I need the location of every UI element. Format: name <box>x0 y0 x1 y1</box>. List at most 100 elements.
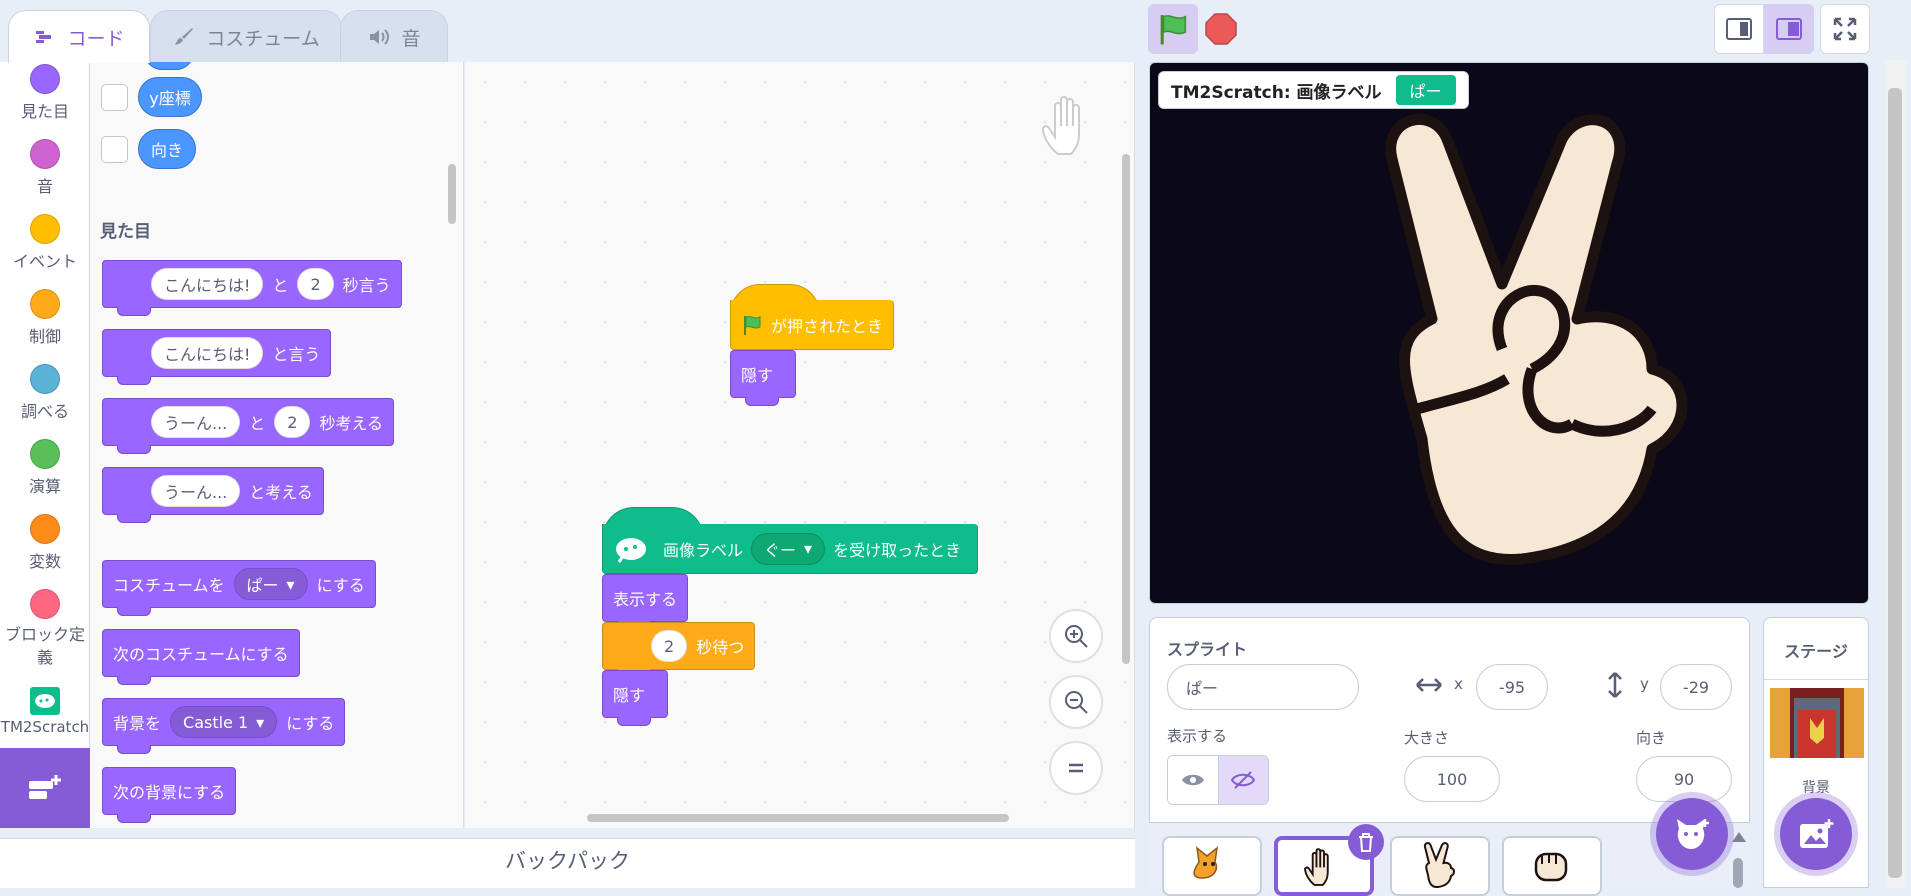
green-flag-button[interactable] <box>1148 4 1198 54</box>
stop-button[interactable] <box>1196 4 1246 54</box>
wait-block[interactable]: 2 秒待つ <box>602 622 756 678</box>
direction-block[interactable]: 向き <box>138 129 196 169</box>
y-position-checkbox[interactable] <box>101 84 128 111</box>
category-events[interactable]: イベント <box>0 214 90 272</box>
scroll-up-icon[interactable] <box>1732 832 1746 842</box>
y-input[interactable]: -29 <box>1660 664 1732 710</box>
sprite-thumbnail-peace[interactable] <box>1390 836 1490 896</box>
when-flag-clicked-block[interactable]: が押されたとき <box>730 300 894 350</box>
partial-motion-block[interactable] <box>144 62 194 70</box>
switch-backdrop-block[interactable]: 背景を Castle 1 ▾ にする <box>102 698 346 754</box>
zoom-out-icon <box>1065 691 1088 714</box>
hide-sprite-button[interactable] <box>1218 756 1268 804</box>
tm2scratch-icon <box>616 537 646 563</box>
backdrop-dropdown[interactable]: Castle 1 ▾ <box>170 706 278 738</box>
say-block[interactable]: こんにちは! と言う <box>102 329 332 385</box>
looks-category-icon <box>30 64 60 94</box>
block-label: 表示する <box>613 590 678 609</box>
size-input[interactable]: 100 <box>1404 756 1500 802</box>
small-stage-button[interactable] <box>1714 4 1764 54</box>
sprite-thumbnail-fist[interactable] <box>1502 836 1602 896</box>
tab-sounds[interactable]: 音 <box>340 10 448 63</box>
y-position-block[interactable]: y座標 <box>138 77 202 117</box>
zoom-reset-button[interactable] <box>1049 741 1103 795</box>
say-text-input[interactable]: こんにちは! <box>151 268 264 300</box>
block-label: を受け取ったとき <box>833 540 962 560</box>
think-text-input[interactable]: うーん... <box>151 406 241 438</box>
palette-scrollbar[interactable] <box>448 164 456 224</box>
block-notch <box>117 676 151 685</box>
code-workspace[interactable]: が押されたとき 隠す 画像ラベル ぐー ▾ を受け取ったとき 表示する 2 秒待つ… <box>465 62 1135 828</box>
stop-icon <box>1205 13 1237 45</box>
direction-input[interactable]: 90 <box>1636 756 1732 802</box>
think-for-secs-block[interactable]: うーん... と 2 秒考える <box>102 398 394 454</box>
equals-icon <box>1069 763 1083 773</box>
hand-icon <box>1041 96 1080 155</box>
category-control[interactable]: 制御 <box>0 289 90 347</box>
large-stage-icon <box>1776 18 1802 40</box>
block-label: 背景を <box>113 714 162 733</box>
sprite-thumbnail-cat[interactable] <box>1162 836 1262 896</box>
large-stage-button[interactable] <box>1764 4 1814 54</box>
category-tm2scratch[interactable]: TM2Scratch <box>0 687 90 736</box>
stage-canvas[interactable]: TM2Scratch: 画像ラベル ぱー <box>1149 62 1869 604</box>
eye-slash-icon <box>1231 771 1256 789</box>
switch-costume-block[interactable]: コスチュームを ぱー ▾ にする <box>102 560 376 616</box>
category-my-blocks[interactable]: ブロック定義 <box>0 589 90 669</box>
workspace-horizontal-scrollbar[interactable] <box>587 814 1009 822</box>
page-scrollbar[interactable] <box>1888 88 1902 878</box>
when-label-received-block[interactable]: 画像ラベル ぐー ▾ を受け取ったとき <box>602 524 978 574</box>
category-label: 制御 <box>28 327 61 346</box>
sprite-list-scrollbar[interactable] <box>1733 858 1743 888</box>
direction-checkbox[interactable] <box>101 136 128 163</box>
sprite-name-input[interactable]: ぱー <box>1167 664 1359 710</box>
think-text-input[interactable]: うーん... <box>151 475 241 507</box>
monitor-value: ぱー <box>1395 75 1456 105</box>
workspace-vertical-scrollbar[interactable] <box>1122 154 1130 664</box>
block-notch <box>117 745 151 754</box>
secs-input[interactable]: 2 <box>274 406 311 438</box>
show-block[interactable]: 表示する <box>602 574 689 630</box>
variable-monitor[interactable]: TM2Scratch: 画像ラベル ぱー <box>1158 71 1469 109</box>
block-label: と <box>249 414 266 433</box>
say-text-input[interactable]: こんにちは! <box>151 337 264 369</box>
next-backdrop-block[interactable]: 次の背景にする <box>102 767 237 823</box>
hide-block[interactable]: 隠す <box>730 350 796 406</box>
category-sound[interactable]: 音 <box>0 139 90 197</box>
backpack-label: バックパック <box>505 849 630 873</box>
say-for-secs-block[interactable]: こんにちは! と 2 秒言う <box>102 260 402 316</box>
peace-hand-sprite[interactable] <box>1372 109 1712 569</box>
monitor-label: TM2Scratch: 画像ラベル <box>1171 82 1382 103</box>
fullscreen-button[interactable] <box>1820 4 1870 54</box>
choose-backdrop-button[interactable] <box>1780 798 1852 870</box>
add-extension-button[interactable] <box>0 748 90 828</box>
think-block[interactable]: うーん... と考える <box>102 467 324 523</box>
stage-title: ステージ <box>1784 642 1848 661</box>
choose-sprite-button[interactable] <box>1656 798 1728 870</box>
tab-costumes[interactable]: コスチューム <box>150 10 342 63</box>
backpack[interactable]: バックパック <box>0 838 1135 888</box>
show-sprite-button[interactable] <box>1168 756 1219 804</box>
next-costume-block[interactable]: 次のコスチュームにする <box>102 629 300 685</box>
category-operators[interactable]: 演算 <box>0 439 90 497</box>
category-menu: 見た目 音 イベント 制御 調べる 演算 変数 ブロック定義 TM2Scratc… <box>0 62 90 748</box>
category-looks[interactable]: 見た目 <box>0 64 90 122</box>
label-dropdown[interactable]: ぐー ▾ <box>751 532 826 565</box>
category-sensing[interactable]: 調べる <box>0 364 90 422</box>
block-label: 秒言う <box>342 276 391 295</box>
hide-block[interactable]: 隠す <box>602 670 668 726</box>
operators-category-icon <box>30 439 60 469</box>
block-label: 次のコスチュームにする <box>113 645 289 664</box>
category-variables[interactable]: 変数 <box>0 514 90 572</box>
events-category-icon <box>30 214 60 244</box>
backdrop-thumbnail[interactable] <box>1770 688 1864 758</box>
x-input[interactable]: -95 <box>1476 664 1548 710</box>
secs-input[interactable]: 2 <box>297 268 334 300</box>
costume-dropdown[interactable]: ぱー ▾ <box>233 568 308 600</box>
zoom-in-button[interactable] <box>1049 609 1103 663</box>
delete-sprite-button[interactable] <box>1348 824 1384 860</box>
block-notch <box>117 307 151 316</box>
secs-input[interactable]: 2 <box>651 630 688 662</box>
tab-code[interactable]: コード <box>8 10 150 63</box>
zoom-out-button[interactable] <box>1049 675 1103 729</box>
